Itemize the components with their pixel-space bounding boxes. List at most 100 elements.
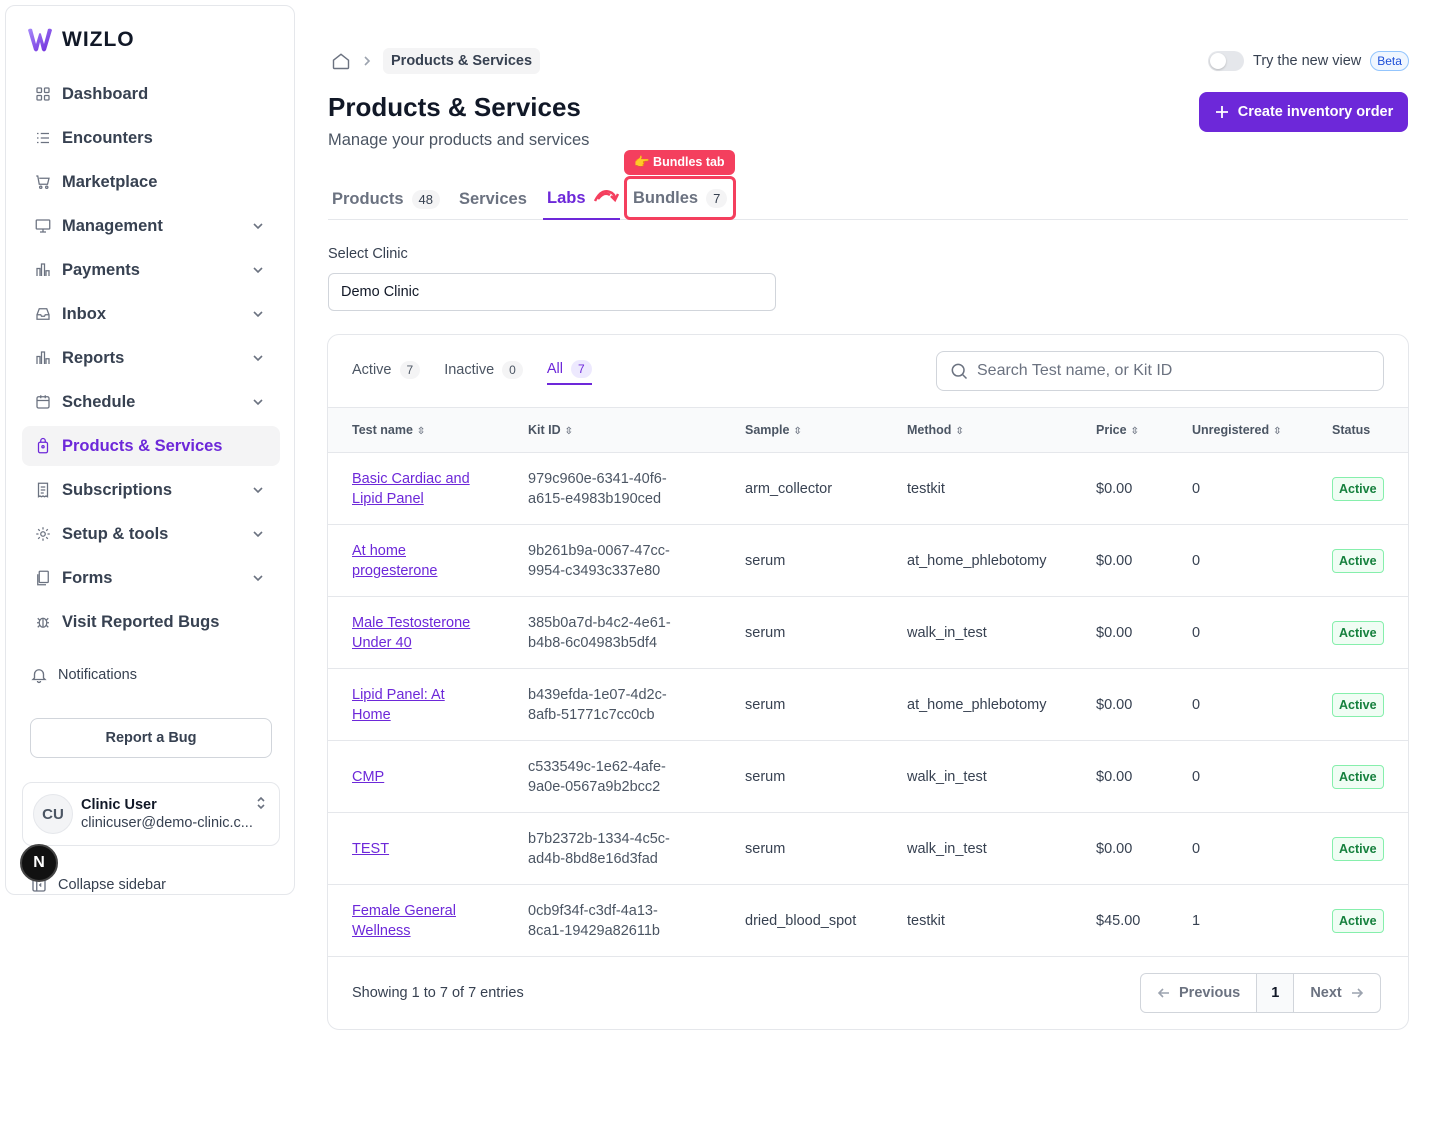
col-price[interactable]: Price ⇳ <box>1096 408 1192 453</box>
test-name-link[interactable]: At home progesterone <box>352 541 437 581</box>
col-unregistered[interactable]: Unregistered ⇳ <box>1192 408 1332 453</box>
tab-bundles-count: 7 <box>706 188 728 208</box>
clinic-select[interactable]: Demo Clinic <box>328 273 776 311</box>
user-email: clinicuser@demo-clinic.c... <box>81 815 253 831</box>
cell-status: Active <box>1332 813 1408 885</box>
try-view-label: Try the new view <box>1253 53 1362 69</box>
filter-all[interactable]: All 7 <box>546 355 592 385</box>
chevron-down-icon[interactable] <box>252 396 264 408</box>
col-kit-id[interactable]: Kit ID ⇳ <box>528 408 745 453</box>
cell-status: Active <box>1332 525 1408 597</box>
sidebar-item-marketplace[interactable]: Marketplace <box>22 162 280 202</box>
brand-logo[interactable]: WIZLO <box>26 26 135 54</box>
collapse-sidebar-label: Collapse sidebar <box>58 877 167 893</box>
main-tabs: Products 48 Services Labs Bundles 7 <box>328 176 1408 220</box>
sidebar-item-products-services[interactable]: Products & Services <box>22 426 280 466</box>
cell-price: $0.00 <box>1096 696 1133 713</box>
tab-products[interactable]: Products 48 <box>332 178 440 220</box>
cell-status: Active <box>1332 597 1408 669</box>
cell-kit-id: 0cb9f34f-c3df-4a13- 8ca1-19429a82611b <box>528 902 660 939</box>
cell-sample: serum <box>745 696 786 713</box>
tab-services[interactable]: Services <box>459 178 527 220</box>
cell-kit-id: 385b0a7d-b4c2-4e61- b4b8-6c04983b5df4 <box>528 614 671 651</box>
user-menu[interactable]: CU Clinic User clinicuser@demo-clinic.c.… <box>22 782 280 846</box>
report-bug-button[interactable]: Report a Bug <box>30 718 272 758</box>
create-inventory-order-button[interactable]: Create inventory order <box>1199 92 1408 132</box>
sidebar-item-reports[interactable]: Reports <box>22 338 280 378</box>
chevron-down-icon[interactable] <box>252 308 264 320</box>
calendar-icon <box>34 393 52 411</box>
tab-bundles[interactable]: Bundles 7 <box>624 176 737 220</box>
page-number-button[interactable]: 1 <box>1257 974 1295 1012</box>
cell-kit-id: b7b2372b-1334-4c5c-ad4b-8bd8e16d3fad <box>528 830 670 867</box>
tab-products-count: 48 <box>411 189 440 209</box>
sidebar-item-encounters[interactable]: Encounters <box>22 118 280 158</box>
filter-inactive[interactable]: Inactive 0 <box>444 355 523 385</box>
sidebar-item-label: Reports <box>62 348 125 367</box>
select-clinic-label: Select Clinic <box>328 246 408 262</box>
page-title: Products & Services <box>328 92 581 122</box>
col-test-name[interactable]: Test name ⇳ <box>328 408 528 453</box>
previous-button[interactable]: Previous <box>1141 974 1258 1012</box>
report-icon <box>34 349 52 367</box>
test-name-link[interactable]: Female General Wellness <box>352 901 456 941</box>
test-name-link[interactable]: Basic Cardiac and Lipid Panel <box>352 469 470 509</box>
table-row: Male Testosterone Under 40 385b0a7d-b4c2-4… <box>328 597 1408 669</box>
next-button[interactable]: Next <box>1294 974 1379 1012</box>
status-badge: Active <box>1332 620 1384 645</box>
chevron-down-icon[interactable] <box>252 528 264 540</box>
sidebar-item-schedule[interactable]: Schedule <box>22 382 280 422</box>
chevron-down-icon[interactable] <box>252 572 264 584</box>
chevron-down-icon[interactable] <box>252 220 264 232</box>
col-sample[interactable]: Sample ⇳ <box>745 408 907 453</box>
test-name-link[interactable]: Male Testosterone Under 40 <box>352 613 470 653</box>
sidebar-item-label: Subscriptions <box>62 480 173 499</box>
test-name-link[interactable]: TEST <box>352 839 389 859</box>
table-row: At home progesterone 9b261b9a-0067-47cc- 99… <box>328 525 1408 597</box>
sidebar-item-payments[interactable]: Payments <box>22 250 280 290</box>
sidebar-item-forms[interactable]: Forms <box>22 558 280 598</box>
cell-kit-id: c533549c-1e62-4afe- 9a0e-0567a9b2bcc2 <box>528 758 666 795</box>
sidebar-item-dashboard[interactable]: Dashboard <box>22 74 280 114</box>
sidebar-item-setup-tools[interactable]: Setup & tools <box>22 514 280 554</box>
sidebar-item-subscriptions[interactable]: Subscriptions <box>22 470 280 510</box>
notifications-link[interactable]: Notifications <box>30 666 137 684</box>
sidebar-item-label: Setup & tools <box>62 524 169 543</box>
notifications-label: Notifications <box>58 667 137 683</box>
sort-icon: ⇳ <box>416 426 426 437</box>
sidebar-item-inbox[interactable]: Inbox <box>22 294 280 334</box>
search-input[interactable] <box>977 362 1357 380</box>
bug-icon <box>34 613 52 631</box>
cell-kit-id: 979c960e-6341-40f6- a615-e4983b190ced <box>528 470 667 507</box>
labs-table: Test name ⇳ Kit ID ⇳ Sample ⇳ Method ⇳ Price… <box>328 407 1408 957</box>
tab-bundles-label: Bundles <box>633 188 699 207</box>
inbox-icon <box>34 305 52 323</box>
chevron-down-icon[interactable] <box>252 352 264 364</box>
cell-test-name: Basic Cardiac and Lipid Panel <box>328 453 528 525</box>
status-badge: Active <box>1332 836 1384 861</box>
chevron-down-icon[interactable] <box>252 264 264 276</box>
collapse-sidebar-button[interactable]: Collapse sidebar <box>30 876 166 894</box>
user-name: Clinic User <box>81 797 157 813</box>
test-name-link[interactable]: CMP <box>352 767 384 787</box>
filter-active-count: 7 <box>399 361 421 379</box>
new-view-toggle[interactable] <box>1208 51 1244 71</box>
cell-price: $0.00 <box>1096 624 1133 641</box>
gear-icon <box>34 525 52 543</box>
search-box <box>936 351 1384 391</box>
chevron-down-icon[interactable] <box>252 484 264 496</box>
status-badge: Active <box>1332 692 1384 717</box>
filter-active[interactable]: Active 7 <box>352 355 421 385</box>
cell-price: $45.00 <box>1096 912 1141 929</box>
col-method[interactable]: Method ⇳ <box>907 408 1096 453</box>
home-icon[interactable] <box>331 51 351 71</box>
filter-inactive-label: Inactive <box>444 362 495 378</box>
sidebar-item-visit-reported-bugs[interactable]: Visit Reported Bugs <box>22 602 280 642</box>
sidebar-item-label: Marketplace <box>62 172 158 191</box>
test-name-link[interactable]: Lipid Panel: At Home <box>352 685 445 725</box>
n-badge[interactable]: N <box>20 844 58 882</box>
cell-test-name: Female General Wellness <box>328 885 528 957</box>
cell-unregistered: 0 <box>1192 696 1201 713</box>
sidebar-item-management[interactable]: Management <box>22 206 280 246</box>
breadcrumb-current[interactable]: Products & Services <box>383 48 541 74</box>
